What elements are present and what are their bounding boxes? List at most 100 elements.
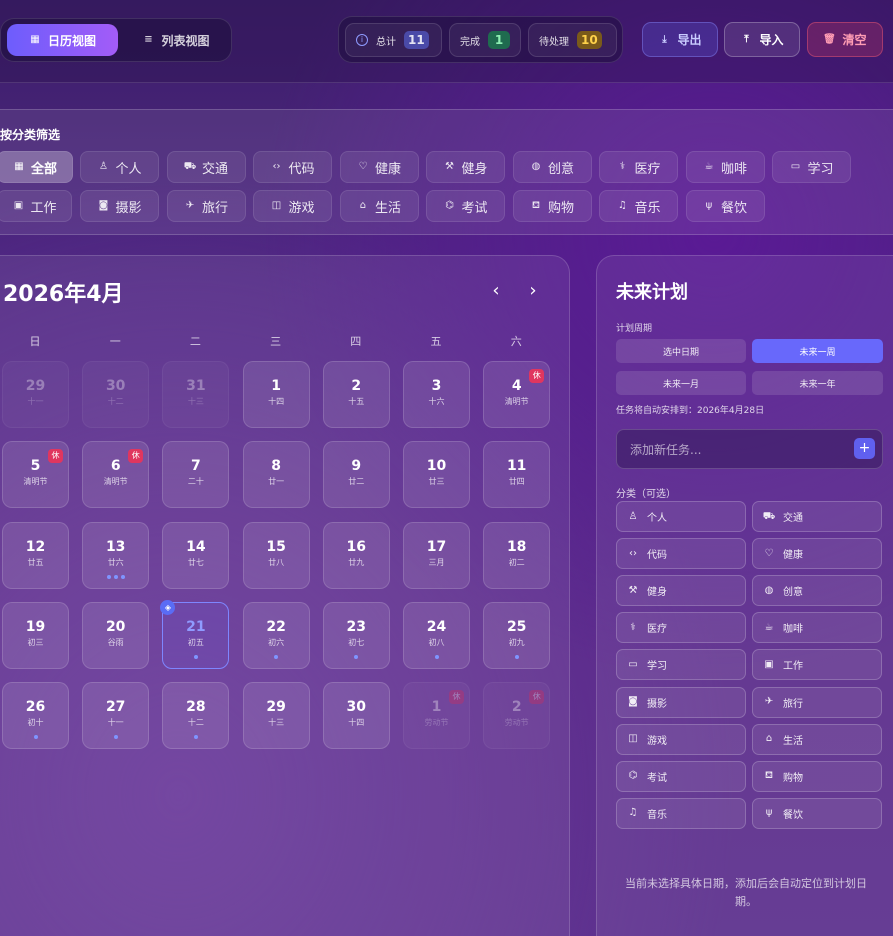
day-number: 30 [346,699,367,716]
filter-chip-heart[interactable]: ♡ 健康 [339,151,419,183]
calendar-day[interactable]: 24 初八 [403,601,470,669]
calendar-day[interactable]: 8 廿一 [242,441,310,509]
category-option-dumbbell[interactable]: ⚒ 健身 [616,575,746,607]
calendar-day[interactable]: 29 十一 [2,361,69,428]
category-option-briefcase[interactable]: ▣ 工作 [752,649,882,681]
filter-chip-code[interactable]: ‹› 代码 [253,151,332,183]
calendar-day[interactable]: 15 廿八 [242,521,310,589]
category-option-coffee[interactable]: ☕ 咖啡 [752,612,882,644]
filter-chip-dumbbell[interactable]: ⚒ 健身 [426,151,505,183]
calendar-day[interactable]: 11 廿四 [483,441,551,509]
task-dots [324,654,389,659]
calendar-day[interactable]: 19 初三 [2,601,69,669]
calendar-day[interactable]: 29 十三 [242,682,310,750]
calendar-day[interactable]: 1 劳动节休 [403,682,470,750]
day-number: 23 [346,618,367,635]
calendar-day[interactable]: 14 廿七 [162,521,230,589]
day-number: 12 [25,538,46,555]
lunar-date: 十六 [428,397,445,406]
list-view-button[interactable]: ≡ 列表视图 [126,24,226,56]
category-option-home[interactable]: ⌂ 生活 [752,723,882,755]
dumbbell-icon: ⚒ [628,584,638,596]
day-number: 1 [271,378,281,394]
calendar-day[interactable]: 1 十四 [242,361,310,428]
calendar-day[interactable]: 2 十五 [322,361,390,428]
period-option[interactable]: 未来一年 [752,371,883,395]
category-option-graduation-cap[interactable]: ⌬ 考试 [616,760,746,792]
filter-chip-music[interactable]: ♫ 音乐 [599,190,678,222]
calendar-day[interactable]: 23 初七 [322,601,390,669]
filter-chip-gamepad[interactable]: ◫ 游戏 [253,190,332,222]
calendar-day[interactable]: 16 廿九 [322,521,390,589]
lunar-date: 清明节 [103,477,128,487]
prev-month-button[interactable]: ‹ [486,280,506,301]
calendar-day[interactable]: 6 清明节休 [82,441,150,509]
graduation-cap-icon: ⌬ [628,770,638,782]
clear-button[interactable]: 🗑 清空 [807,22,883,57]
category-option-palette[interactable]: ◍ 创意 [752,575,882,607]
calendar-day[interactable]: 3 十六 [403,361,470,428]
filter-chip-utensils[interactable]: ψ 餐饮 [685,190,765,222]
category-option-camera[interactable]: ◙ 摄影 [616,686,746,718]
category-option-person[interactable]: ♙ 个人 [616,501,746,532]
calendar-day[interactable]: 30 十四 [322,682,390,750]
category-option-stethoscope[interactable]: ⚕ 医疗 [616,612,746,644]
filter-chip-car[interactable]: ⛟ 交通 [166,151,246,183]
category-option-music[interactable]: ♫ 音乐 [616,797,746,829]
calendar-day[interactable]: 7 二十 [162,441,230,509]
calendar-day[interactable]: 18 初二 [483,521,551,589]
category-option-gamepad[interactable]: ◫ 游戏 [616,723,746,755]
calendar-day[interactable]: 17 三月 [403,521,470,589]
calendar-day[interactable]: 26 初十 [2,682,69,750]
calendar-day[interactable]: 4 清明节休 [483,361,551,428]
calendar-day[interactable]: 5 清明节休 [2,441,69,509]
calendar-day[interactable]: 13 廿六 [82,521,150,589]
category-option-utensils[interactable]: ψ 餐饮 [752,797,882,829]
category-option-car[interactable]: ⛟ 交通 [752,501,882,532]
filter-chip-plane[interactable]: ✈ 旅行 [166,190,246,222]
filter-chip-palette[interactable]: ◍ 创意 [512,151,592,183]
add-task-button[interactable]: + [854,438,875,459]
category-option-plane[interactable]: ✈ 旅行 [752,686,882,718]
category-option-code[interactable]: ‹› 代码 [616,538,746,570]
import-button[interactable]: ⤒ 导入 [724,22,800,57]
book-icon: ▭ [790,161,801,172]
calendar-day[interactable]: 30 十二 [82,361,150,428]
period-option[interactable]: 选中日期 [616,339,746,363]
filter-chip-cart[interactable]: ⛾ 购物 [512,190,592,222]
lunar-date: 十一 [107,718,124,728]
filter-chip-stethoscope[interactable]: ⚕ 医疗 [599,151,678,183]
calendar-day[interactable]: 12 廿五 [2,521,69,589]
calendar-day[interactable]: 22 初六 [242,601,310,669]
period-option[interactable]: 未来一月 [616,371,746,395]
holiday-rest-badge: 休 [449,690,464,705]
filter-chip-coffee[interactable]: ☕ 咖啡 [685,151,765,183]
filter-chip-camera[interactable]: ◙ 摄影 [80,190,159,222]
calendar-day[interactable]: 9 廿二 [322,441,390,509]
category-option-book[interactable]: ▭ 学习 [616,649,746,681]
filter-chip-briefcase[interactable]: ▣ 工作 [0,190,72,222]
category-option-cart[interactable]: ⛾ 购物 [752,760,882,792]
calendar-day[interactable]: 2 劳动节休 [483,682,551,750]
filter-chip-graduation-cap[interactable]: ⌬ 考试 [426,190,505,222]
filter-chip-label: 餐饮 [720,200,747,216]
calendar-day[interactable]: 28 十二 [162,682,230,750]
category-option-heart[interactable]: ♡ 健康 [752,538,882,570]
calendar-day[interactable]: 27 十一 [82,682,150,750]
calendar-day[interactable]: 21 初五 ◈ [160,599,230,669]
filter-chip-home[interactable]: ⌂ 生活 [339,190,419,222]
cart-icon: ⛾ [531,200,541,211]
period-option[interactable]: 未来一周 [752,339,883,363]
calendar-view-button[interactable]: ▦ 日历视图 [7,24,118,56]
calendar-day[interactable]: 10 廿三 [403,441,470,509]
next-month-button[interactable]: › [523,280,543,301]
filter-chip-person[interactable]: ♙ 个人 [80,151,159,183]
calendar-day[interactable]: 25 初九 [483,601,551,669]
calendar-day[interactable]: 20 谷雨 [82,601,150,669]
filter-chip-grid[interactable]: ▦ 全部 [0,151,73,183]
calendar-day[interactable]: 31 十三 [162,361,230,428]
filter-chip-book[interactable]: ▭ 学习 [772,151,851,183]
lunar-date: 清明节 [23,477,48,487]
new-task-input[interactable]: 添加新任务... [616,429,883,469]
export-button[interactable]: ⤓ 导出 [642,22,718,57]
